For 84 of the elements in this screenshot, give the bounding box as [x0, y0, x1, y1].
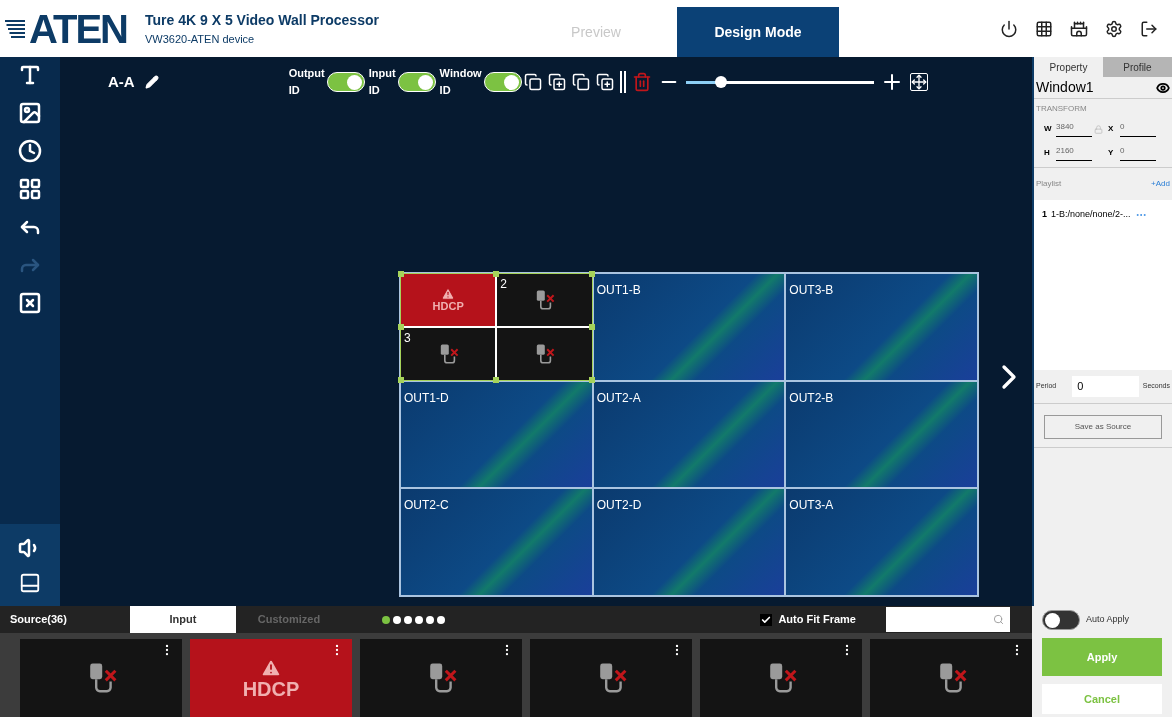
search-field[interactable] — [886, 607, 1010, 632]
section-label: TRANSFORM — [1035, 103, 1088, 115]
fit-screen-icon[interactable] — [909, 73, 928, 91]
resize-handle[interactable] — [398, 376, 404, 383]
auto-apply-label: Auto Apply — [1086, 613, 1130, 627]
resize-handle[interactable] — [493, 271, 500, 277]
edit-icon[interactable] — [144, 75, 159, 89]
settings-icon[interactable] — [1105, 19, 1123, 38]
resize-handle[interactable] — [398, 323, 404, 330]
building-icon[interactable] — [1070, 19, 1088, 38]
transform-field[interactable]: 0 — [1120, 121, 1156, 137]
output-screen[interactable]: OUT1-D — [400, 380, 593, 489]
logout-icon[interactable] — [1140, 19, 1158, 38]
playlist-index: 1 — [1042, 208, 1047, 221]
stripes-icon — [5, 17, 28, 40]
output-label: OUT2-A — [596, 390, 641, 405]
close-windows-icon[interactable] — [18, 291, 42, 315]
field-label: H — [1044, 147, 1051, 159]
output-label: OUT2-B — [789, 390, 834, 405]
grid-icon[interactable] — [1035, 19, 1053, 38]
panel-tab[interactable]: Profile — [1103, 57, 1172, 77]
output-label: OUT1-D — [404, 390, 449, 405]
output-label: OUT3-B — [789, 283, 834, 297]
playlist-label: Playlist — [1036, 178, 1062, 190]
resize-handle[interactable] — [588, 376, 595, 383]
warning-icon — [441, 287, 456, 302]
copy-icon[interactable] — [523, 73, 542, 91]
output-screen[interactable]: OUT3-B — [785, 273, 978, 381]
resize-handle[interactable] — [493, 376, 500, 383]
warning-icon — [260, 657, 282, 679]
video-window[interactable]: HDCP 2 3 — [400, 273, 593, 381]
device-name: VW3620-ATEN device — [145, 31, 256, 47]
output-label: OUT2-C — [404, 498, 449, 513]
add-clock-icon[interactable] — [18, 139, 42, 163]
double-bar-icon — [619, 71, 626, 93]
window-name: Window1 — [1036, 78, 1094, 97]
source-tab[interactable]: Input — [130, 606, 236, 633]
output-screen[interactable]: OUT3-A — [785, 488, 978, 596]
delete-icon[interactable] — [631, 72, 652, 92]
window-id: 2 — [500, 276, 507, 293]
playlist-item[interactable]: 1-B:/none/none/2-... — [1051, 208, 1131, 222]
checkbox[interactable] — [760, 613, 773, 626]
window-id: 3 — [404, 329, 411, 347]
product-title: Ture 4K 9 X 5 Video Wall Processor — [145, 10, 380, 30]
toggle-label: Output ID — [288, 66, 325, 98]
add-text-icon[interactable] — [18, 63, 42, 87]
output-screen[interactable]: OUT2-A — [592, 380, 786, 489]
power-icon[interactable] — [1000, 19, 1018, 38]
resize-handle[interactable] — [588, 323, 595, 330]
checkbox-label: Auto Fit Frame — [778, 612, 856, 628]
copy-plus-icon[interactable] — [547, 73, 566, 91]
output-label: OUT1-B — [596, 283, 641, 297]
logo: ATEN — [29, 8, 127, 49]
output-screen[interactable]: OUT1-B — [592, 273, 786, 381]
field-label: X — [1108, 123, 1115, 135]
copy-icon[interactable] — [571, 73, 590, 91]
add-link[interactable]: +Add — [1151, 178, 1170, 190]
field-label: Y — [1108, 147, 1115, 159]
output-screen[interactable]: OUT2-C — [400, 488, 593, 596]
source-count: Source(36) — [9, 612, 68, 628]
copy-plus-icon[interactable] — [595, 73, 614, 91]
save-as-source-button[interactable]: Save as Source — [1044, 414, 1162, 439]
toggle-switch[interactable] — [1042, 610, 1080, 630]
transform-field[interactable]: 3840 — [1056, 121, 1092, 137]
output-label: OUT2-D — [596, 498, 642, 513]
output-screen[interactable]: OUT2-B — [785, 380, 978, 489]
add-layout-icon[interactable] — [18, 177, 42, 201]
add-image-icon[interactable] — [18, 101, 42, 125]
resize-handle[interactable] — [588, 271, 595, 277]
toggle-label: Input ID — [368, 66, 396, 98]
layout-name: A-A — [108, 71, 135, 92]
resize-handle[interactable] — [398, 271, 404, 277]
hdcp-label: HDCP — [432, 301, 464, 313]
hdcp-label: HDCP — [242, 679, 300, 699]
toggle-label: Window ID — [439, 66, 482, 98]
output-screen[interactable]: OUT2-D — [592, 488, 786, 596]
transform-field[interactable]: 2160 — [1056, 145, 1092, 161]
mode-tab[interactable]: Design Mode — [677, 7, 839, 57]
transform-field[interactable]: 0 — [1120, 145, 1156, 161]
layout-settings-icon[interactable] — [19, 572, 41, 594]
period-field[interactable]: 0 — [1072, 376, 1139, 397]
visibility-icon[interactable] — [1156, 80, 1170, 95]
output-label: OUT3-A — [789, 498, 834, 513]
field-label: W — [1044, 123, 1053, 135]
